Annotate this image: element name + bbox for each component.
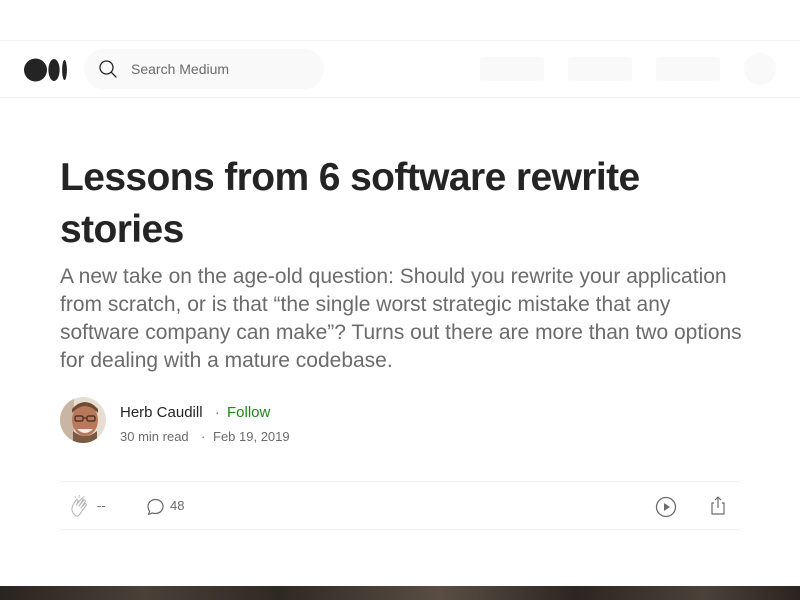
clap-icon[interactable] — [68, 495, 92, 519]
publish-date: Feb 19, 2019 — [213, 429, 290, 444]
site-header: Search Medium — [0, 41, 800, 98]
medium-logo[interactable] — [24, 58, 69, 82]
author-avatar[interactable] — [60, 397, 106, 443]
clap-count: -- — [97, 498, 106, 513]
follow-button[interactable]: Follow — [227, 404, 270, 421]
search-box[interactable]: Search Medium — [84, 49, 324, 89]
user-avatar-placeholder[interactable] — [744, 53, 776, 85]
share-icon[interactable] — [706, 494, 730, 518]
header-placeholder-1 — [480, 57, 544, 81]
comment-icon[interactable] — [144, 495, 168, 519]
hero-image — [0, 586, 800, 600]
article-title: Lessons from 6 software rewrite stories — [60, 156, 640, 251]
header-placeholder-3 — [656, 57, 720, 81]
search-icon — [98, 59, 118, 79]
article-subtitle: A new take on the age-old question: Shou… — [60, 265, 742, 372]
read-time: 30 min read — [120, 429, 189, 444]
author-name[interactable]: Herb Caudill — [120, 404, 203, 421]
separator-dot: · — [215, 404, 220, 420]
article-action-bar: -- 48 — [60, 481, 740, 530]
top-strip — [0, 0, 800, 41]
play-icon[interactable] — [654, 495, 678, 519]
header-placeholder-2 — [568, 57, 632, 81]
separator-dot: · — [201, 429, 206, 444]
comment-count[interactable]: 48 — [170, 498, 184, 513]
search-input[interactable]: Search Medium — [131, 61, 229, 77]
